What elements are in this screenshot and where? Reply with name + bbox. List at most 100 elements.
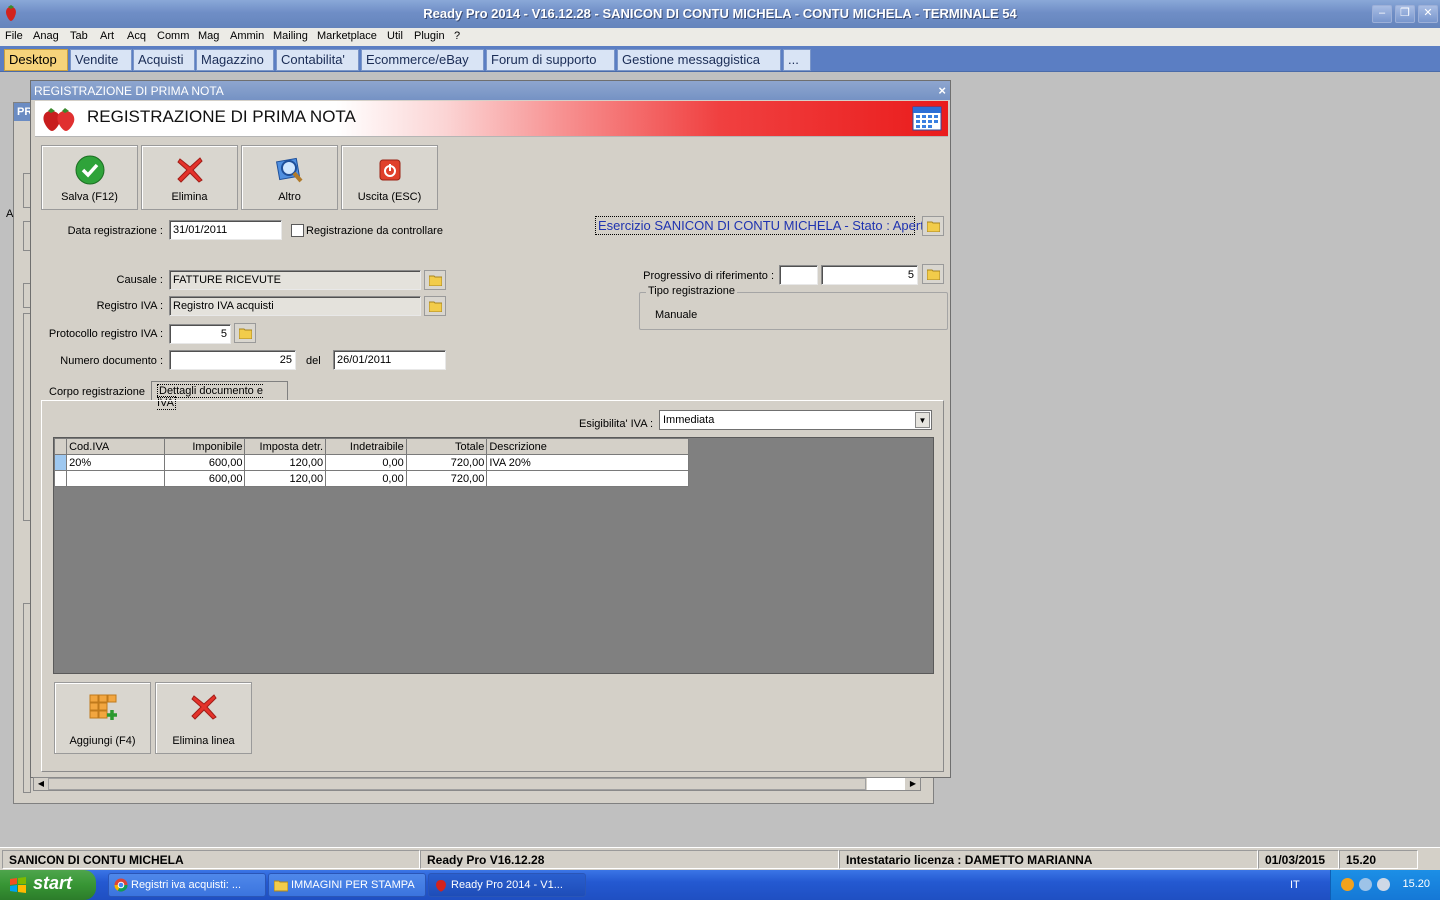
chevron-down-icon[interactable]: ▼: [915, 412, 930, 428]
exit-button[interactable]: Uscita (ESC): [341, 145, 438, 210]
protocollo-field[interactable]: 5: [169, 324, 231, 344]
menu-util[interactable]: Util: [387, 30, 403, 42]
protocollo-folder-button[interactable]: [234, 323, 256, 343]
col-header-indetraibile[interactable]: Indetraibile: [325, 438, 407, 455]
exit-button-label: Uscita (ESC): [357, 191, 422, 203]
row-indicator-header: [53, 438, 68, 455]
restore-button[interactable]: ❐: [1395, 5, 1415, 23]
esigibilita-select[interactable]: Immediata ▼: [659, 410, 932, 430]
scroll-right-icon[interactable]: ▶: [906, 778, 920, 790]
delete-button[interactable]: Elimina: [141, 145, 238, 210]
menu-art[interactable]: Art: [100, 30, 114, 42]
protocollo-label: Protocollo registro IVA :: [48, 328, 163, 340]
da-controllare-label: Registrazione da controllare: [306, 225, 443, 237]
other-button-label: Altro: [278, 191, 301, 203]
data-registrazione-field[interactable]: 31/01/2011: [169, 220, 282, 240]
menu-help[interactable]: ?: [454, 30, 460, 42]
tab-vendite[interactable]: Vendite: [70, 49, 132, 71]
status-date: 01/03/2015: [1258, 850, 1339, 869]
tab-messaggistica[interactable]: Gestione messaggistica: [617, 49, 781, 71]
menu-bar: File Anag Tab Art Acq Comm Mag Ammin Mai…: [0, 28, 1440, 46]
start-label: start: [33, 873, 73, 893]
add-line-button-label: Aggiungi (F4): [69, 735, 136, 747]
registro-iva-folder-button[interactable]: [424, 296, 446, 316]
save-button[interactable]: Salva (F12): [41, 145, 138, 210]
numero-documento-label: Numero documento :: [60, 355, 163, 367]
esigibilita-value: Immediata: [663, 414, 715, 426]
col-header-codiva[interactable]: Cod.IVA: [66, 438, 165, 455]
system-tray: 15.20: [1330, 870, 1440, 900]
causale-label: Causale :: [116, 274, 163, 286]
menu-ammin[interactable]: Ammin: [230, 30, 264, 42]
tab-forum[interactable]: Forum di supporto: [486, 49, 615, 71]
cell-indetraibile[interactable]: 0,00: [325, 454, 407, 471]
scrollbar-track[interactable]: [867, 778, 905, 790]
close-button[interactable]: ✕: [1418, 5, 1438, 23]
dialog-close-button[interactable]: ×: [938, 83, 946, 98]
menu-plugin[interactable]: Plugin: [414, 30, 445, 42]
menu-file[interactable]: File: [5, 30, 23, 42]
scroll-left-icon[interactable]: ◀: [34, 778, 48, 790]
menu-marketplace[interactable]: Marketplace: [317, 30, 377, 42]
task-chrome[interactable]: Registri iva acquisti: ...: [108, 873, 266, 897]
delete-line-button[interactable]: Elimina linea: [155, 682, 252, 754]
menu-comm[interactable]: Comm: [157, 30, 189, 42]
data-documento-field[interactable]: 26/01/2011: [333, 350, 446, 370]
status-time: 15.20: [1339, 850, 1418, 869]
strawberry-icon: [43, 108, 75, 131]
tab-corpo-registrazione[interactable]: Corpo registrazione: [49, 386, 145, 398]
col-header-descrizione[interactable]: Descrizione: [486, 438, 689, 455]
progressivo-prefix-field[interactable]: [779, 265, 818, 285]
tab-desktop[interactable]: Desktop: [4, 49, 68, 71]
network-icon[interactable]: [1359, 878, 1372, 891]
col-header-imposta[interactable]: Imposta detr.: [244, 438, 327, 455]
tab-acquisti[interactable]: Acquisti: [133, 49, 195, 71]
start-button[interactable]: start: [0, 870, 96, 900]
progressivo-folder-button[interactable]: [922, 264, 944, 284]
cell-imposta[interactable]: 120,00: [244, 454, 327, 471]
other-button[interactable]: Altro: [241, 145, 338, 210]
task-folder[interactable]: IMMAGINI PER STAMPA: [268, 873, 426, 897]
progressivo-field[interactable]: 5: [821, 265, 918, 285]
esercizio-link[interactable]: Esercizio SANICON DI CONTU MICHELA - Sta…: [595, 216, 931, 235]
language-indicator[interactable]: IT: [1290, 879, 1300, 891]
menu-anag[interactable]: Anag: [33, 30, 59, 42]
tray-icon[interactable]: [1341, 878, 1354, 891]
scrollbar-thumb[interactable]: [48, 778, 866, 790]
cell-descrizione[interactable]: IVA 20%: [486, 454, 689, 471]
menu-tab[interactable]: Tab: [70, 30, 88, 42]
menu-mailing[interactable]: Mailing: [273, 30, 308, 42]
red-x-icon: [190, 694, 217, 720]
da-controllare-checkbox[interactable]: [291, 224, 304, 237]
cell-totale[interactable]: 720,00: [405, 454, 488, 471]
esigibilita-label: Esigibilita' IVA :: [579, 418, 654, 430]
esercizio-folder-button[interactable]: [922, 216, 944, 236]
tab-magazzino[interactable]: Magazzino: [196, 49, 274, 71]
task-readypro[interactable]: Ready Pro 2014 - V1...: [428, 873, 586, 897]
tipo-registrazione-value: Manuale: [655, 309, 698, 321]
tab-contabilita[interactable]: Contabilita': [276, 49, 359, 71]
tab-dettagli-documento[interactable]: Dettagli documento e IVA: [151, 381, 288, 410]
causale-field[interactable]: FATTURE RICEVUTE: [169, 270, 421, 290]
tab-more[interactable]: ...: [783, 49, 811, 71]
table-row[interactable]: 20% 600,00 120,00 0,00 720,00 IVA 20%: [53, 454, 689, 471]
causale-folder-button[interactable]: [424, 270, 446, 290]
cell-codiva[interactable]: 20%: [66, 454, 165, 471]
horizontal-scrollbar[interactable]: ◀ ▶: [33, 777, 921, 791]
iva-grid-area: Cod.IVA Imponibile Imposta detr. Indetra…: [53, 437, 934, 674]
power-icon: [379, 159, 400, 181]
menu-acq[interactable]: Acq: [127, 30, 146, 42]
folder-icon: [274, 880, 288, 892]
calendar-icon[interactable]: [912, 105, 942, 131]
menu-mag[interactable]: Mag: [198, 30, 219, 42]
col-header-totale[interactable]: Totale: [405, 438, 488, 455]
add-line-button[interactable]: Aggiungi (F4): [54, 682, 151, 754]
numero-documento-field[interactable]: 25: [169, 350, 296, 370]
tab-ecommerce[interactable]: Ecommerce/eBay: [361, 49, 484, 71]
cell-imponibile[interactable]: 600,00: [163, 454, 246, 471]
minimize-button[interactable]: –: [1372, 5, 1392, 23]
volume-icon[interactable]: [1377, 878, 1390, 891]
col-header-imponibile[interactable]: Imponibile: [163, 438, 246, 455]
registro-iva-field[interactable]: Registro IVA acquisti: [169, 296, 421, 316]
task-readypro-label: Ready Pro 2014 - V1...: [451, 879, 563, 891]
